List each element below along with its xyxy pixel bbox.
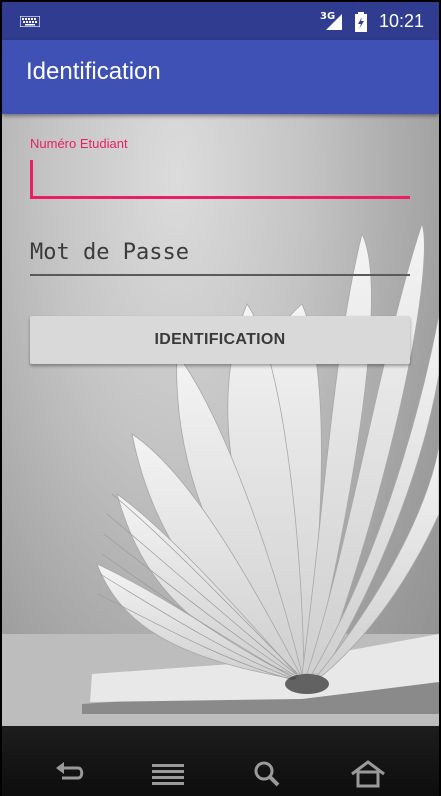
phone-screen: 3G 10:21 Identification Numéro Etudiant … <box>0 0 441 796</box>
app-bar: Identification <box>2 40 439 114</box>
search-icon[interactable] <box>250 760 286 788</box>
login-form: Numéro Etudiant IDENTIFICATION <box>2 114 439 726</box>
battery-icon <box>355 12 367 32</box>
password-field-container <box>30 234 410 276</box>
menu-icon[interactable] <box>150 760 186 788</box>
page-title: Identification <box>26 58 161 85</box>
identification-button[interactable]: IDENTIFICATION <box>30 316 410 364</box>
navigation-bar <box>2 726 439 796</box>
home-icon[interactable] <box>350 760 386 788</box>
book-background-image <box>2 222 439 726</box>
keyboard-icon <box>20 16 40 27</box>
status-bar: 3G 10:21 <box>2 2 439 40</box>
password-underline <box>30 274 410 276</box>
signal-icon <box>326 14 342 30</box>
student-number-label: Numéro Etudiant <box>30 136 128 151</box>
student-number-underline <box>30 196 410 199</box>
text-cursor <box>30 160 33 196</box>
back-icon[interactable] <box>52 760 88 788</box>
student-number-field[interactable] <box>30 160 410 200</box>
password-field[interactable] <box>30 234 410 270</box>
clock: 10:21 <box>379 11 425 31</box>
